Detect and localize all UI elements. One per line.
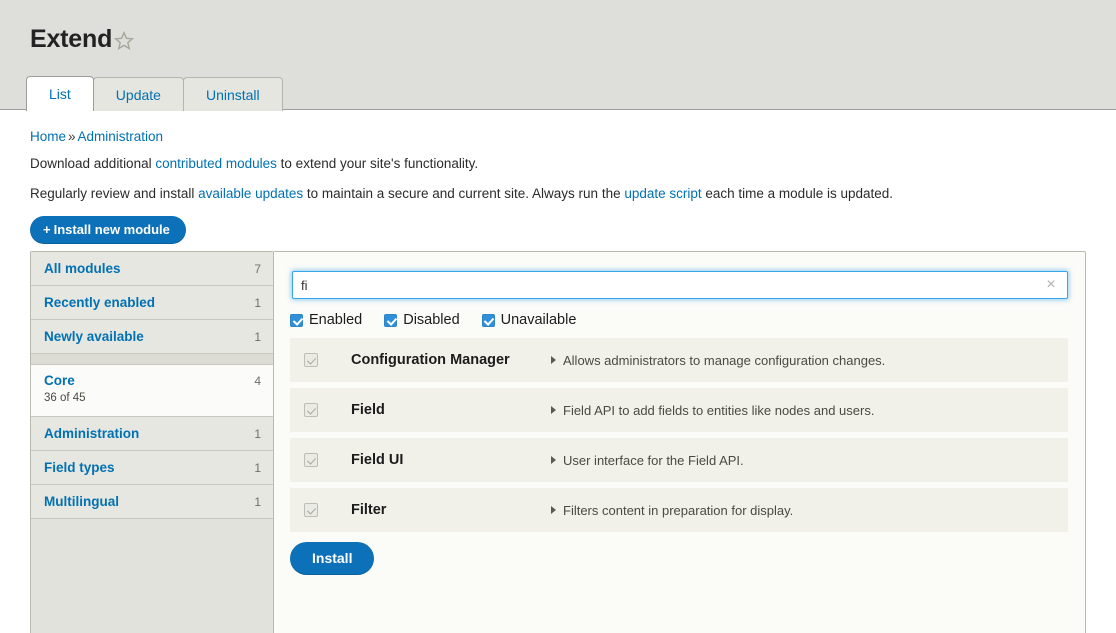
disclosure-triangle-icon[interactable]: [551, 356, 556, 364]
module-description: Allows administrators to manage configur…: [563, 353, 885, 368]
page-header: Extend List Update Uninstall: [0, 0, 1116, 110]
sidebar-item-label: Newly available: [44, 329, 144, 344]
sidebar-item-count: 7: [254, 262, 261, 276]
module-description-wrap: Field API to add fields to entities like…: [551, 403, 874, 418]
extend-page: Extend List Update Uninstall Home»Admini…: [0, 0, 1116, 633]
contributed-modules-link[interactable]: contributed modules: [155, 156, 277, 171]
tab-list[interactable]: List: [26, 76, 94, 111]
modules-list-pane: × Enabled Disabled Unavailable: [274, 251, 1086, 633]
install-new-module-button[interactable]: +Install new module: [30, 216, 186, 244]
module-enable-checkbox: [304, 353, 318, 367]
sidebar-item-sublabel: 36 of 45: [44, 392, 86, 404]
sidebar-item-count: 4: [254, 374, 261, 388]
module-description: Filters content in preparation for displ…: [563, 503, 793, 518]
sidebar-item-count: 1: [254, 461, 261, 475]
checkbox-disabled[interactable]: [384, 314, 397, 327]
table-row: Filter Filters content in preparation fo…: [290, 488, 1068, 532]
filter-enabled-label: Enabled: [309, 312, 362, 328]
star-outline-icon[interactable]: [113, 30, 135, 52]
filter-unavailable-label: Unavailable: [501, 312, 577, 328]
breadcrumb-separator: »: [68, 129, 76, 144]
sidebar-item-count: 1: [254, 296, 261, 310]
install-new-module-label: Install new module: [54, 222, 170, 237]
sidebar-item-administration[interactable]: Administration 1: [31, 417, 273, 451]
sidebar-empty-area: [31, 519, 273, 619]
disclosure-triangle-icon[interactable]: [551, 506, 556, 514]
module-enable-checkbox: [304, 453, 318, 467]
modules-panel: All modules 7 Recently enabled 1 Newly a…: [30, 251, 1086, 633]
filter-unavailable[interactable]: Unavailable: [482, 312, 577, 328]
sidebar-item-label: Multilingual: [44, 494, 119, 509]
checkbox-unavailable[interactable]: [482, 314, 495, 327]
sidebar-item-label: Field types: [44, 460, 115, 475]
module-description-wrap: Filters content in preparation for displ…: [551, 503, 793, 518]
table-row: Field Field API to add fields to entitie…: [290, 388, 1068, 432]
sidebar-item-count: 1: [254, 427, 261, 441]
sidebar-item-recently-enabled[interactable]: Recently enabled 1: [31, 286, 273, 320]
page-title: Extend: [30, 25, 112, 54]
sidebar-item-label: All modules: [44, 261, 121, 276]
module-name: Field: [351, 402, 551, 418]
update-script-link[interactable]: update script: [624, 186, 701, 201]
module-description: User interface for the Field API.: [563, 453, 744, 468]
table-row: Configuration Manager Allows administrat…: [290, 338, 1068, 382]
disclosure-triangle-icon[interactable]: [551, 456, 556, 464]
sidebar-item-count: 1: [254, 330, 261, 344]
status-filter-group: Enabled Disabled Unavailable: [290, 312, 598, 328]
filter-disabled-label: Disabled: [403, 312, 459, 328]
intro-1-text-before: Download additional: [30, 156, 155, 171]
module-enable-checkbox: [304, 503, 318, 517]
breadcrumb: Home»Administration: [30, 129, 163, 144]
module-description-wrap: Allows administrators to manage configur…: [551, 353, 885, 368]
sidebar-item-newly-available[interactable]: Newly available 1: [31, 320, 273, 354]
tab-uninstall[interactable]: Uninstall: [183, 77, 283, 111]
search-input[interactable]: [292, 271, 1068, 299]
module-name: Field UI: [351, 452, 551, 468]
module-enable-checkbox: [304, 403, 318, 417]
intro-line-1: Download additional contributed modules …: [30, 156, 478, 171]
sidebar-item-all-modules[interactable]: All modules 7: [31, 252, 273, 286]
module-name: Configuration Manager: [351, 352, 551, 368]
intro-2-text-after: each time a module is updated.: [702, 186, 893, 201]
sidebar-item-multilingual[interactable]: Multilingual 1: [31, 485, 273, 519]
module-name: Filter: [351, 502, 551, 518]
intro-2-text-middle: to maintain a secure and current site. A…: [303, 186, 624, 201]
tab-update[interactable]: Update: [93, 77, 184, 111]
module-description: Field API to add fields to entities like…: [563, 403, 874, 418]
sidebar-item-label: Administration: [44, 426, 139, 441]
intro-1-text-after: to extend your site's functionality.: [277, 156, 478, 171]
module-filter-sidebar: All modules 7 Recently enabled 1 Newly a…: [30, 251, 274, 633]
available-updates-link[interactable]: available updates: [198, 186, 303, 201]
sidebar-item-core[interactable]: Core 36 of 45 4: [31, 365, 273, 417]
sidebar-divider: [31, 354, 273, 365]
sidebar-item-count: 1: [254, 495, 261, 509]
filter-disabled[interactable]: Disabled: [384, 312, 459, 328]
table-row: Field UI User interface for the Field AP…: [290, 438, 1068, 482]
plus-icon: +: [43, 222, 51, 237]
sidebar-item-field-types[interactable]: Field types 1: [31, 451, 273, 485]
disclosure-triangle-icon[interactable]: [551, 406, 556, 414]
breadcrumb-administration[interactable]: Administration: [78, 129, 164, 144]
filter-enabled[interactable]: Enabled: [290, 312, 362, 328]
breadcrumb-home[interactable]: Home: [30, 129, 66, 144]
checkbox-enabled[interactable]: [290, 314, 303, 327]
intro-line-2: Regularly review and install available u…: [30, 186, 893, 201]
intro-2-text-before: Regularly review and install: [30, 186, 198, 201]
clear-search-icon[interactable]: ×: [1042, 276, 1060, 294]
sidebar-item-label: Core: [44, 373, 86, 388]
module-search: ×: [292, 271, 1068, 299]
sidebar-item-label: Recently enabled: [44, 295, 155, 310]
primary-tabs: List Update Uninstall: [26, 76, 282, 111]
install-button[interactable]: Install: [290, 542, 374, 575]
module-description-wrap: User interface for the Field API.: [551, 453, 744, 468]
modules-rows: Configuration Manager Allows administrat…: [290, 338, 1068, 538]
